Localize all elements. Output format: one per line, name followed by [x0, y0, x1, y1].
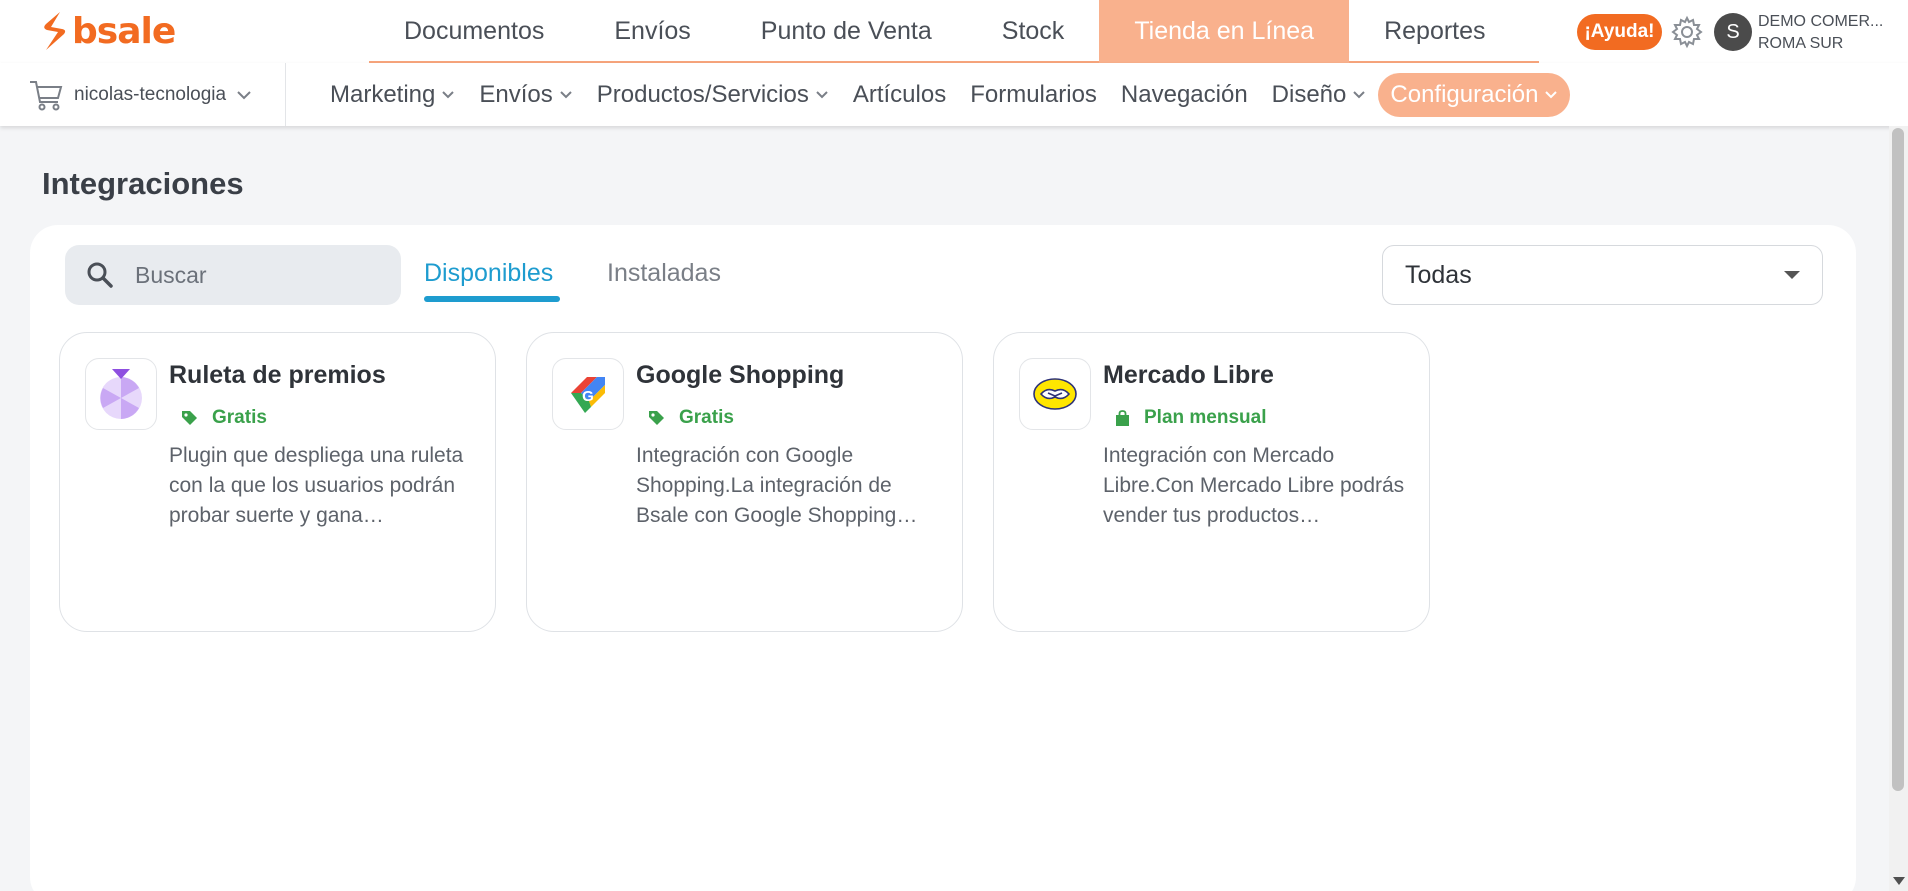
sub-nav-label: Configuración: [1390, 80, 1539, 108]
price-badge: Gratis: [181, 407, 267, 429]
sub-nav-label: Marketing: [330, 80, 436, 108]
sub-nav-label: Productos/Servicios: [596, 80, 809, 108]
sub-nav-configuracion[interactable]: Configuración: [1378, 72, 1571, 117]
price-badge: Plan mensual: [1115, 407, 1267, 429]
main-nav-punto-de-venta[interactable]: Punto de Venta: [726, 0, 967, 63]
integration-description: Integración con Mercado Libre.Con Mercad…: [1103, 444, 1405, 527]
store-name: nicolas-tecnologia: [74, 83, 227, 105]
price-badge: Gratis: [648, 407, 734, 429]
sub-nav-label: Artículos: [852, 80, 947, 108]
chevron-down-icon: [442, 91, 455, 99]
svg-text:G: G: [582, 388, 594, 405]
store-selector[interactable]: nicolas-tecnologia: [28, 63, 286, 126]
main-nav-stock[interactable]: Stock: [967, 0, 1100, 63]
tag-icon: [182, 410, 197, 425]
bsale-logo-icon: [44, 12, 66, 50]
integration-description: Integración con Google Shopping.La integ…: [636, 444, 918, 527]
price-badge-label: Gratis: [212, 407, 267, 428]
sub-nav-label: Diseño: [1271, 80, 1347, 108]
sub-nav-label: Envíos: [479, 80, 553, 108]
integration-card-google-shopping[interactable]: G Google Shopping Gratis Integración con…: [526, 332, 963, 632]
sub-nav-articulos[interactable]: Artículos: [841, 73, 958, 117]
branch-name: ROMA SUR: [1758, 35, 1844, 52]
chevron-down-icon: [1545, 91, 1558, 99]
integration-card-mercado-libre[interactable]: Mercado Libre Plan mensual Integración c…: [993, 332, 1430, 632]
tab-instaladas[interactable]: Instaladas: [607, 259, 721, 288]
integrations-panel: Disponibles Instaladas Todas Ruleta de p…: [30, 225, 1856, 891]
bsale-logo[interactable]: bsale: [40, 10, 176, 52]
integration-title: Ruleta de premios: [169, 361, 386, 389]
sub-nav-label: Formularios: [970, 80, 1097, 108]
integration-card-ruleta[interactable]: Ruleta de premios Gratis Plugin que desp…: [59, 332, 496, 632]
chevron-down-icon: [560, 91, 572, 99]
price-badge-label: Gratis: [679, 407, 734, 428]
price-badge-label: Plan mensual: [1144, 407, 1267, 428]
main-nav-envios[interactable]: Envíos: [579, 0, 725, 63]
company-name: DEMO COMER...: [1758, 13, 1884, 30]
search-box[interactable]: [65, 245, 401, 305]
integration-title: Google Shopping: [636, 361, 845, 389]
main-nav-tienda-en-linea[interactable]: Tienda en Línea: [1099, 0, 1350, 63]
integration-title: Mercado Libre: [1103, 361, 1274, 389]
tag-icon: [649, 410, 664, 425]
active-tab-indicator: [424, 296, 560, 302]
sub-nav-productos-servicios[interactable]: Productos/Servicios: [585, 73, 841, 117]
sub-nav-marketing[interactable]: Marketing: [318, 73, 467, 117]
google-shopping-icon: G: [552, 358, 624, 430]
main-nav-documentos[interactable]: Documentos: [369, 0, 579, 63]
scrollbar-thumb[interactable]: [1892, 128, 1904, 791]
shopping-bag-icon: [1116, 409, 1129, 426]
chevron-down-icon: [237, 90, 251, 99]
sub-nav-navegacion[interactable]: Navegación: [1109, 73, 1260, 117]
sub-nav-diseno[interactable]: Diseño: [1260, 73, 1379, 117]
scroll-down-arrow-icon[interactable]: [1893, 877, 1905, 885]
chevron-down-icon: [816, 91, 828, 99]
user-info[interactable]: DEMO COMER... ROMA SUR: [1758, 11, 1883, 55]
page-title: Integraciones: [42, 166, 244, 201]
main-nav: Documentos Envíos Punto de Venta Stock T…: [369, 0, 1539, 63]
prize-wheel-icon: [85, 358, 157, 430]
category-filter-select[interactable]: Todas: [1382, 245, 1823, 305]
chevron-down-icon: [1353, 91, 1366, 99]
mercado-libre-icon: [1019, 358, 1091, 430]
sub-nav-formularios[interactable]: Formularios: [958, 73, 1109, 117]
sub-nav-label: Navegación: [1120, 80, 1248, 108]
help-button[interactable]: ¡Ayuda!: [1577, 14, 1662, 50]
brand-name: bsale: [72, 10, 176, 52]
avatar[interactable]: S: [1714, 13, 1752, 51]
caret-down-icon: [1784, 271, 1800, 279]
sub-bar: nicolas-tecnologia Marketing Envíos Prod…: [0, 63, 1908, 126]
sub-nav-envios[interactable]: Envíos: [467, 73, 584, 117]
sub-nav: Marketing Envíos Productos/Servicios Art…: [318, 63, 1571, 126]
page-scrollbar[interactable]: [1889, 126, 1908, 891]
top-bar: bsale Documentos Envíos Punto de Venta S…: [0, 0, 1908, 63]
gear-icon[interactable]: [1669, 14, 1705, 50]
tab-disponibles[interactable]: Disponibles: [424, 259, 553, 288]
cart-icon: [30, 80, 63, 110]
filter-value: Todas: [1405, 260, 1472, 289]
search-icon: [87, 262, 113, 288]
search-input[interactable]: [135, 261, 375, 289]
integration-description: Plugin que despliega una ruleta con la q…: [169, 444, 464, 527]
main-nav-reportes[interactable]: Reportes: [1349, 0, 1520, 63]
